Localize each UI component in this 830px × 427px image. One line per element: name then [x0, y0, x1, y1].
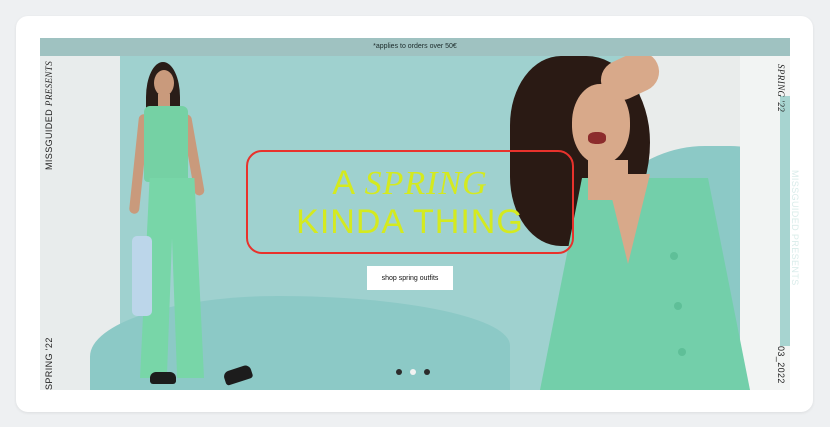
carousel-dot-1[interactable] [396, 369, 402, 375]
promo-text: *applies to orders over 50€ [373, 43, 457, 50]
side-label-season-right: SPRING '22 [776, 64, 786, 113]
headline-line-1: A SPRING [332, 163, 488, 202]
side-label-brand: MISSGUIDED PRESENTS [44, 60, 54, 170]
side-label-season-left: SPRING '22 [44, 337, 54, 390]
promo-bar: *applies to orders over 50€ [40, 38, 790, 56]
hero-headline: A SPRING KINDA THING [246, 150, 574, 254]
carousel-dot-2[interactable] [410, 369, 416, 375]
side-label-date: 03_2022 [776, 346, 786, 384]
carousel-dots [396, 369, 430, 375]
side-label-brand-right: MISSGUIDED PRESENTS [790, 170, 800, 286]
carousel-dot-3[interactable] [424, 369, 430, 375]
headline-line-2: KINDA THING [296, 202, 524, 241]
handbag [132, 236, 152, 316]
shop-spring-outfits-button[interactable]: shop spring outfits [367, 266, 453, 290]
